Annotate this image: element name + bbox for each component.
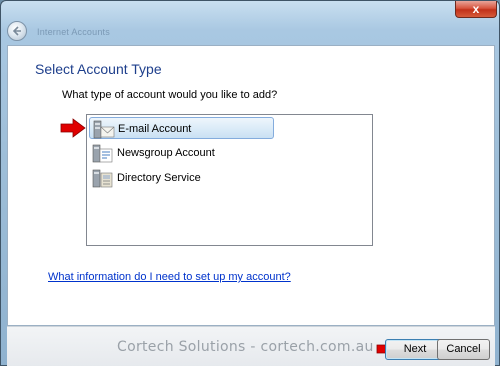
cancel-button[interactable]: Cancel [437,339,490,360]
account-type-list[interactable]: E-mail Account Newsgroup Account Directo… [86,114,373,246]
list-item-label: E-mail Account [118,123,192,135]
list-item-label: Newsgroup Account [117,147,215,159]
watermark-text: Cortech Solutions - cortech.com.au [117,339,374,355]
wizard-window: Internet Accounts x Select Account Type … [0,0,500,366]
next-button[interactable]: Next [385,339,445,360]
list-item-label: Directory Service [117,172,201,184]
newsgroup-account-icon [92,144,113,163]
close-icon: x [472,2,480,16]
wizard-content: Select Account Type What type of account… [7,45,495,326]
account-type-prompt: What type of account would you like to a… [62,89,278,101]
page-title: Select Account Type [35,61,162,77]
back-arrow-icon [12,26,21,36]
back-button[interactable] [7,21,27,41]
directory-service-icon [92,169,113,188]
list-item-directory-service[interactable]: Directory Service [89,167,274,189]
close-button[interactable]: x [455,1,497,18]
title-bar: Internet Accounts x [1,1,500,41]
window-title: Internet Accounts [37,27,110,37]
annotation-arrow-icon [60,118,86,138]
email-account-icon [93,120,115,139]
account-info-help-link[interactable]: What information do I need to set up my … [48,271,291,283]
button-bar: Cortech Solutions - cortech.com.au Next … [7,326,495,366]
list-item-email-account[interactable]: E-mail Account [89,117,274,139]
list-item-newsgroup-account[interactable]: Newsgroup Account [89,142,274,164]
